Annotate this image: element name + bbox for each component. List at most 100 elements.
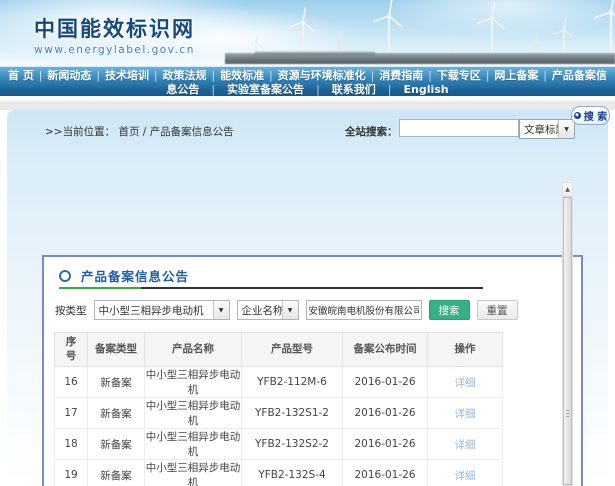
nav-separator: |	[154, 69, 158, 82]
breadcrumb-home-link[interactable]: 首页	[118, 126, 139, 138]
panel-title-row: 产品备案信息公告	[59, 266, 189, 285]
site-search-label: 全站搜索：	[345, 124, 398, 139]
nav-separator: |	[211, 83, 215, 96]
chevron-down-icon[interactable]: ▼	[282, 301, 298, 319]
records-table: 序号 备案类型 产品名称 产品型号 备案公布时间 操作 16新备案中小型三相异步…	[54, 332, 503, 486]
row-no: 16	[55, 367, 88, 398]
breadcrumb-current: 产品备案信息公告	[150, 126, 234, 138]
action-cell: 详细	[428, 429, 503, 460]
publish-date: 2016-01-26	[343, 460, 428, 486]
nav-separator: |	[269, 69, 273, 82]
table-row: 17新备案中小型三相异步电动机YFB2-132S1-22016-01-26详细	[55, 398, 503, 429]
col-header-action: 操作	[428, 333, 503, 367]
nav-row-1: 首 页|新闻动态|技术培训|政策法规|能效标准|资源与环境标准化|消费指南|下载…	[0, 67, 615, 82]
title-underline-accent	[59, 287, 141, 289]
record-type: 新备案	[88, 460, 145, 486]
nav-item[interactable]: English	[404, 83, 449, 96]
type-filter-label: 按类型	[55, 303, 87, 318]
nav-item[interactable]: 产品备案信	[552, 67, 607, 83]
nav-item[interactable]: 新闻动态	[47, 67, 91, 83]
scrollbar-thumb[interactable]	[563, 197, 572, 485]
publish-date: 2016-01-26	[343, 429, 428, 460]
table-body: 16新备案中小型三相异步电动机YFB2-112M-62016-01-26详细17…	[55, 367, 503, 486]
table-row: 19新备案中小型三相异步电动机YFB2-132S-42016-01-26 详细	[55, 460, 503, 486]
field-filter-select[interactable]: 企业名称 ▼	[237, 300, 299, 320]
nav-item[interactable]: 消费指南	[379, 67, 423, 83]
nav-separator: |	[543, 69, 547, 82]
site-logo[interactable]: 中国能效标识网 www.energylabel.gov.cn	[34, 13, 195, 56]
product-name: 中小型三相异步电动机	[145, 429, 242, 460]
record-type: 新备案	[88, 429, 145, 460]
publish-date: 2016-01-26	[343, 367, 428, 398]
nav-separator: |	[211, 69, 215, 82]
announcement-panel: 产品备案信息公告 按类型 中小型三相异步电动机 ▼ 企业名称 ▼ 搜索 重置	[42, 255, 583, 486]
search-icon	[574, 112, 581, 119]
nav-separator: |	[371, 69, 375, 82]
nav-item[interactable]: 首 页	[8, 67, 34, 83]
detail-link[interactable]: 详细	[455, 470, 476, 482]
product-model: YFB2-132S2-2	[242, 429, 343, 460]
content-container: >>当前位置： 首页 / 产品备案信息公告 全站搜索： 文章标题 ▼ 产品备案信…	[7, 110, 608, 486]
breadcrumb-prefix: >>当前位置：	[45, 126, 115, 138]
detail-link[interactable]: 详细	[455, 408, 476, 420]
site-banner: 中国能效标识网 www.energylabel.gov.cn	[0, 0, 615, 66]
publish-date: 2016-01-26	[343, 398, 428, 429]
product-model: YFB2-132S1-2	[242, 398, 343, 429]
scrollbar-grip-icon	[566, 410, 569, 417]
product-model: YFB2-112M-6	[242, 367, 343, 398]
detail-link[interactable]: 详细	[455, 439, 476, 451]
filter-bar: 按类型 中小型三相异步电动机 ▼ 企业名称 ▼ 搜索 重置	[55, 300, 518, 320]
chevron-down-icon[interactable]: ▼	[213, 301, 229, 319]
nav-separator: |	[39, 69, 43, 82]
site-name: 中国能效标识网	[34, 13, 195, 43]
site-search-button[interactable]: 搜 索	[571, 106, 610, 125]
site-search-input[interactable]	[399, 119, 519, 137]
type-filter-select[interactable]: 中小型三相异步电动机 ▼	[94, 300, 230, 320]
reset-button[interactable]: 重置	[477, 300, 518, 320]
row-no: 19	[55, 460, 88, 486]
product-name: 中小型三相异步电动机	[145, 398, 242, 429]
breadcrumb: >>当前位置： 首页 / 产品备案信息公告	[45, 124, 234, 139]
scrollbar-up-arrow-icon[interactable]: ▲	[563, 183, 572, 197]
product-name: 中小型三相异步电动机	[145, 460, 242, 486]
site-search-category-value: 文章标题	[520, 122, 558, 137]
main-nav: 首 页|新闻动态|技术培训|政策法规|能效标准|资源与环境标准化|消费指南|下载…	[0, 66, 615, 96]
record-type: 新备案	[88, 367, 145, 398]
product-name: 中小型三相异步电动机	[145, 367, 242, 398]
record-type: 新备案	[88, 398, 145, 429]
nav-item[interactable]: 联系我们	[332, 81, 376, 97]
col-header-name: 产品名称	[145, 333, 242, 367]
breadcrumb-separator: /	[143, 126, 150, 138]
col-header-model: 产品型号	[242, 333, 343, 367]
action-cell: 详细	[428, 460, 503, 486]
nav-item[interactable]: 技术培训	[105, 67, 149, 83]
col-header-date: 备案公布时间	[343, 333, 428, 367]
table-row: 18新备案中小型三相异步电动机YFB2-132S2-22016-01-26 详细	[55, 429, 503, 460]
vertical-scrollbar[interactable]: ▲	[562, 182, 573, 486]
type-filter-value: 中小型三相异步电动机	[95, 303, 208, 318]
detail-link[interactable]: 详细	[455, 377, 476, 389]
action-cell: 详细	[428, 398, 503, 429]
mountain-silhouette	[255, 52, 375, 57]
table-row: 16新备案中小型三相异步电动机YFB2-112M-62016-01-26 详细	[55, 367, 503, 398]
field-filter-value: 企业名称	[238, 303, 282, 318]
nav-item[interactable]: 实验室备案公告	[227, 81, 304, 97]
col-header-no: 序号	[55, 333, 88, 367]
table-header: 序号 备案类型 产品名称 产品型号 备案公布时间 操作	[55, 333, 503, 367]
product-model: YFB2-132S-4	[242, 460, 343, 486]
panel-title: 产品备案信息公告	[81, 266, 189, 285]
chevron-down-icon[interactable]: ▼	[558, 120, 574, 138]
row-no: 18	[55, 429, 88, 460]
nav-item[interactable]: 网上备案	[494, 67, 538, 83]
keyword-input[interactable]	[306, 300, 422, 320]
nav-separator: |	[96, 69, 100, 82]
site-search-category-select[interactable]: 文章标题 ▼	[519, 119, 575, 139]
search-button[interactable]: 搜索	[429, 300, 470, 320]
nav-item[interactable]: 息公告	[166, 81, 199, 97]
nav-separator: |	[486, 69, 490, 82]
nav-separator: |	[316, 83, 320, 96]
circle-bullet-icon	[59, 270, 71, 282]
site-search-button-label: 搜 索	[584, 108, 607, 123]
nav-item[interactable]: 下载专区	[437, 67, 481, 83]
separator-band	[0, 96, 615, 110]
